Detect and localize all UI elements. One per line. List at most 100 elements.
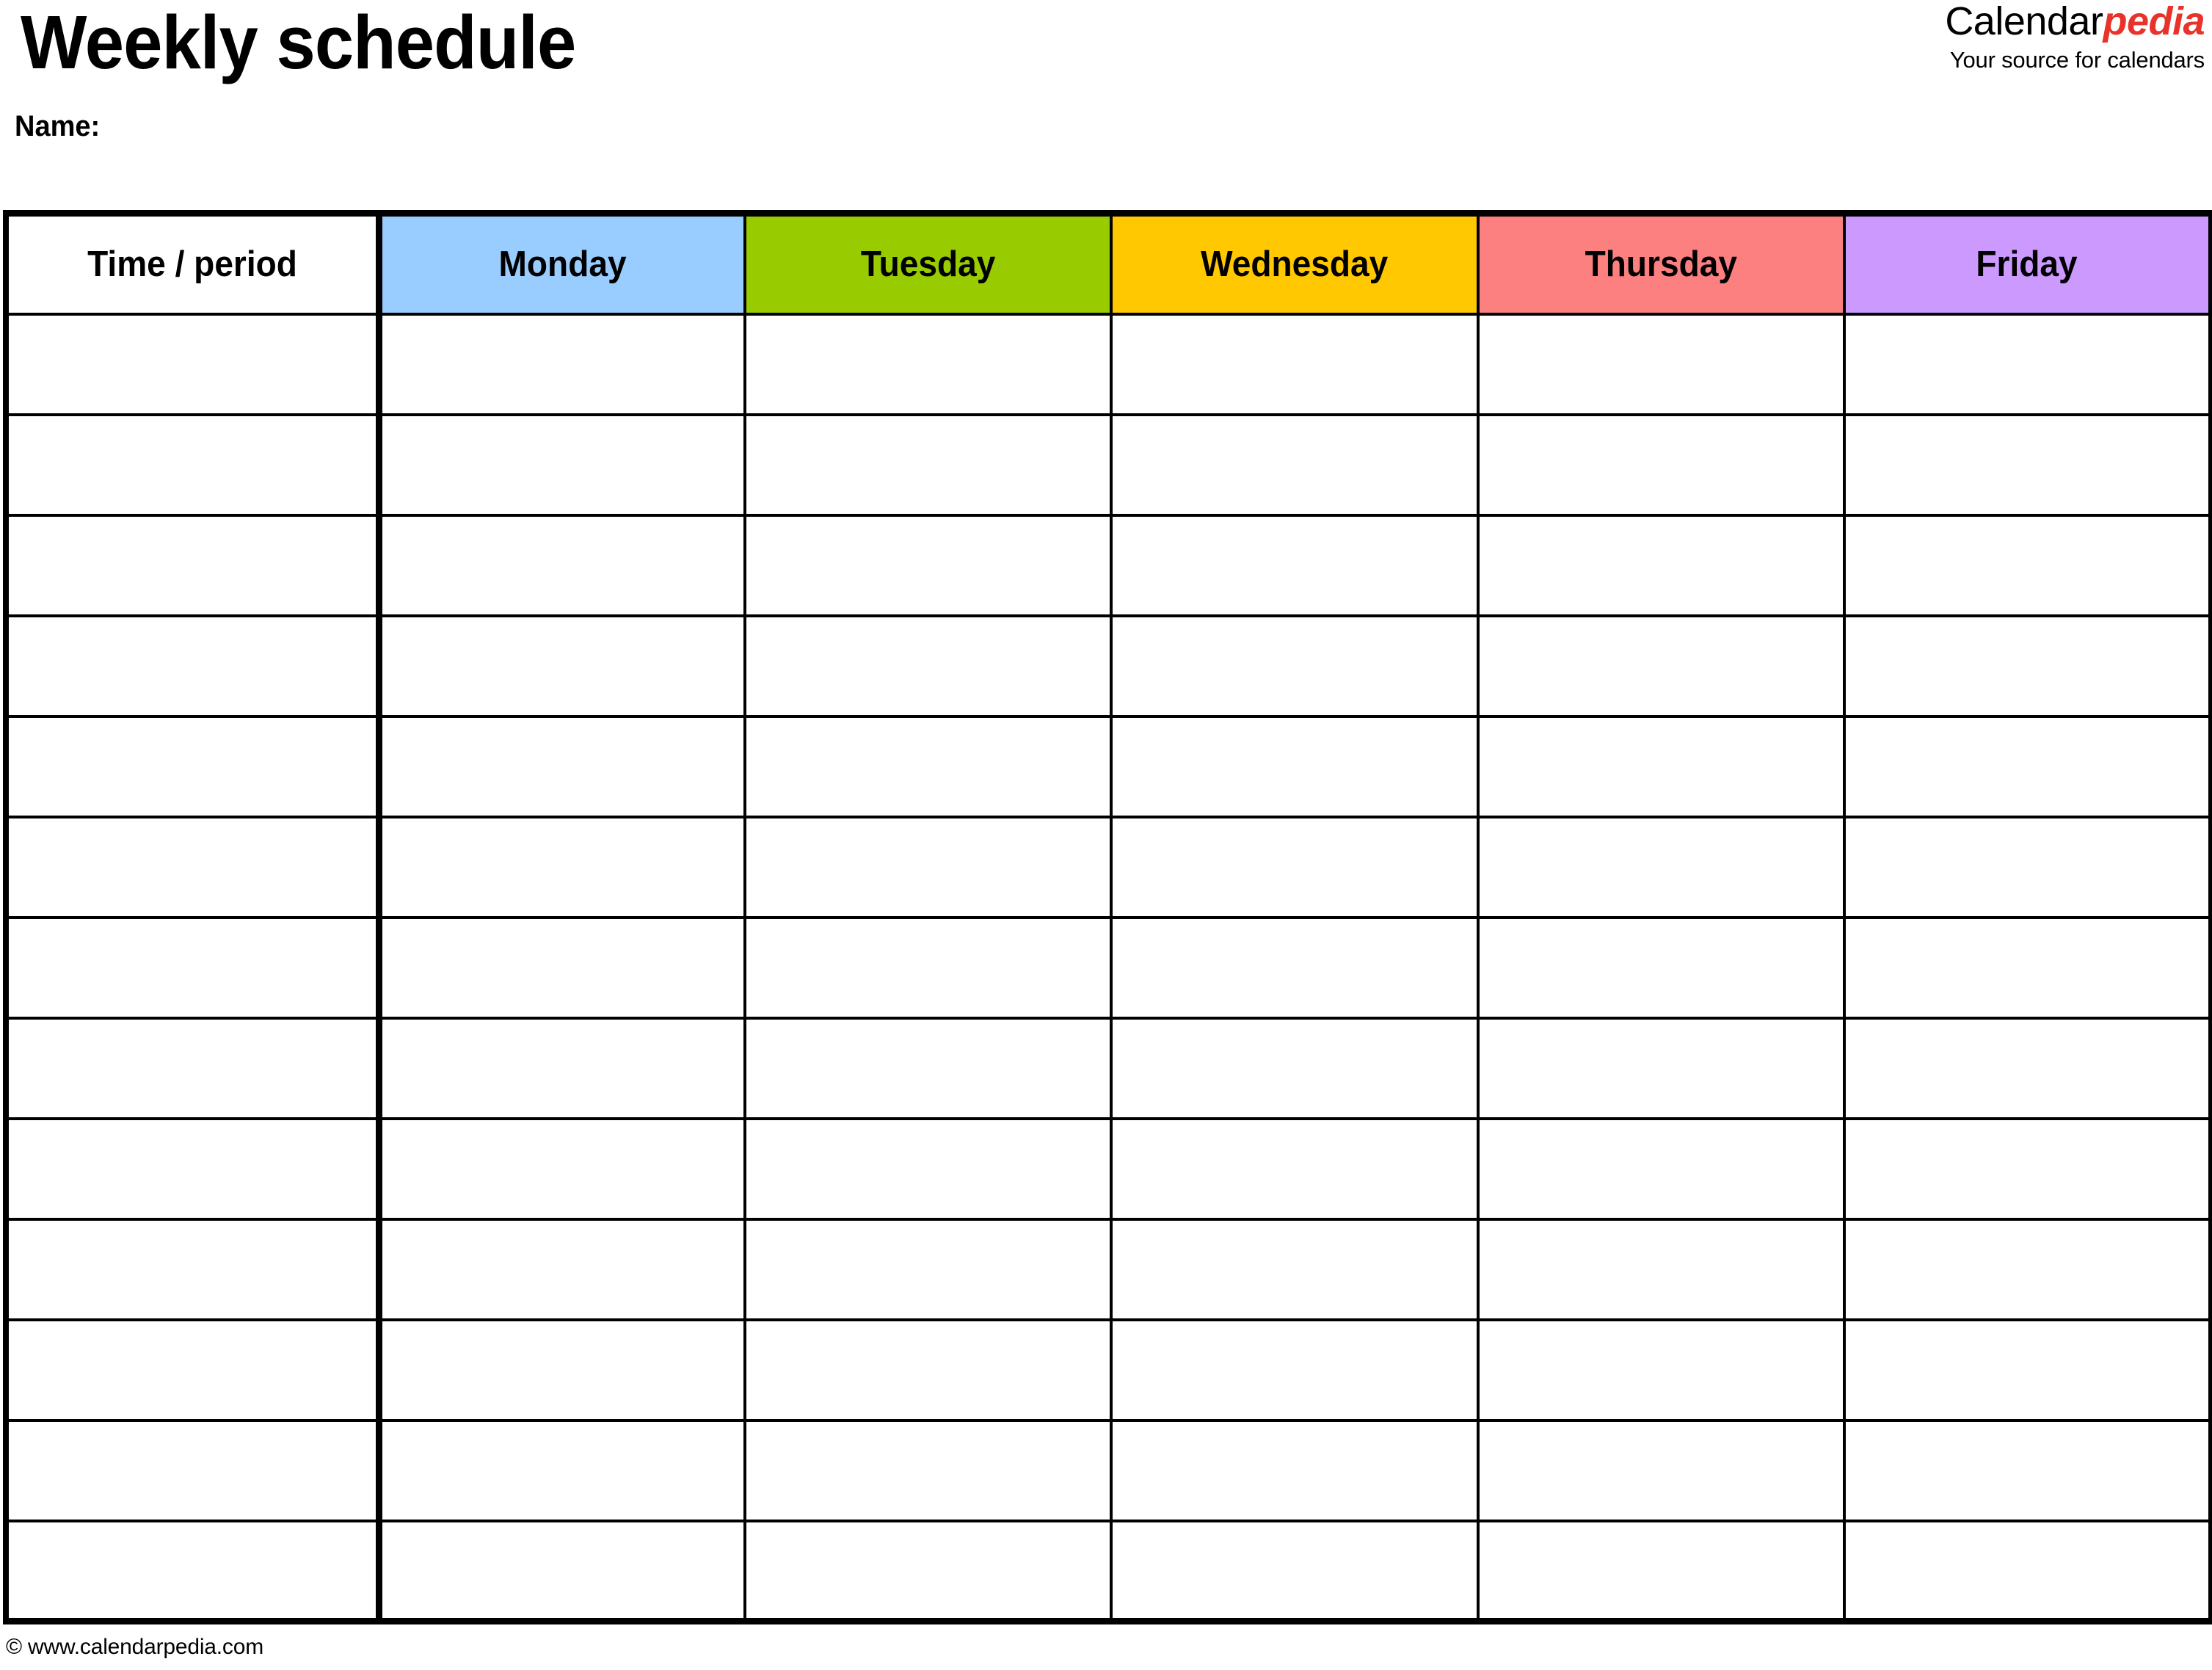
cell-wednesday[interactable] [1110, 915, 1480, 1020]
logo-pedia-text: pedia [2103, 0, 2205, 43]
cell-thursday[interactable] [1476, 1519, 1846, 1622]
cell-tuesday[interactable] [743, 614, 1113, 718]
cell-time[interactable] [4, 413, 382, 517]
cell-monday[interactable] [376, 1016, 747, 1120]
cell-wednesday[interactable] [1110, 1519, 1480, 1622]
cell-thursday[interactable] [1476, 714, 1846, 818]
cell-thursday[interactable] [1476, 614, 1846, 718]
logo-wordmark: Calendarpedia [1945, 1, 2205, 41]
cell-tuesday[interactable] [743, 815, 1113, 919]
cell-friday[interactable] [1842, 1016, 2212, 1120]
cell-monday[interactable] [376, 915, 747, 1020]
cell-friday[interactable] [1842, 1117, 2212, 1221]
cell-thursday[interactable] [1476, 1117, 1846, 1221]
cell-friday[interactable] [1842, 1217, 2212, 1321]
cell-wednesday[interactable] [1110, 714, 1480, 818]
cell-thursday[interactable] [1476, 915, 1846, 1020]
column-header-monday: Monday [376, 211, 747, 316]
cell-friday[interactable] [1842, 513, 2212, 617]
page-title: Weekly schedule [21, 0, 576, 84]
cell-thursday[interactable] [1476, 1016, 1846, 1120]
table-row [4, 1519, 2212, 1622]
cell-wednesday[interactable] [1110, 614, 1480, 718]
table-row [4, 714, 2212, 818]
name-field-label: Name: [15, 110, 101, 142]
cell-monday[interactable] [376, 614, 747, 718]
cell-monday[interactable] [376, 1117, 747, 1221]
column-header-label: Tuesday [861, 244, 996, 285]
cell-tuesday[interactable] [743, 1217, 1113, 1321]
cell-thursday[interactable] [1476, 413, 1846, 517]
cell-tuesday[interactable] [743, 1016, 1113, 1120]
cell-thursday[interactable] [1476, 1418, 1846, 1522]
cell-monday[interactable] [376, 714, 747, 818]
cell-friday[interactable] [1842, 815, 2212, 919]
cell-wednesday[interactable] [1110, 1217, 1480, 1321]
cell-monday[interactable] [376, 1519, 747, 1622]
column-header-friday: Friday [1842, 211, 2212, 316]
cell-friday[interactable] [1842, 1318, 2212, 1422]
cell-wednesday[interactable] [1110, 312, 1480, 416]
cell-monday[interactable] [376, 1318, 747, 1422]
cell-wednesday[interactable] [1110, 1418, 1480, 1522]
cell-time[interactable] [4, 614, 382, 718]
cell-time[interactable] [4, 714, 382, 818]
weekly-schedule-page: Weekly schedule Name: Calendarpedia Your… [0, 0, 2212, 1670]
column-header-label: Wednesday [1201, 244, 1389, 285]
cell-thursday[interactable] [1476, 1217, 1846, 1321]
cell-monday[interactable] [376, 413, 747, 517]
column-header-label: Friday [1976, 244, 2078, 285]
cell-tuesday[interactable] [743, 312, 1113, 416]
table-row [4, 1217, 2212, 1321]
cell-wednesday[interactable] [1110, 1318, 1480, 1422]
cell-monday[interactable] [376, 815, 747, 919]
cell-friday[interactable] [1842, 1418, 2212, 1522]
table-row [4, 1016, 2212, 1120]
cell-friday[interactable] [1842, 614, 2212, 718]
cell-thursday[interactable] [1476, 312, 1846, 416]
cell-wednesday[interactable] [1110, 513, 1480, 617]
cell-time[interactable] [4, 1117, 382, 1221]
cell-tuesday[interactable] [743, 1318, 1113, 1422]
cell-time[interactable] [4, 1318, 382, 1422]
cell-wednesday[interactable] [1110, 1016, 1480, 1120]
cell-tuesday[interactable] [743, 1117, 1113, 1221]
cell-wednesday[interactable] [1110, 413, 1480, 517]
cell-time[interactable] [4, 1217, 382, 1321]
cell-tuesday[interactable] [743, 1418, 1113, 1522]
column-header-tuesday: Tuesday [743, 211, 1113, 316]
column-header-thursday: Thursday [1476, 211, 1846, 316]
cell-thursday[interactable] [1476, 815, 1846, 919]
cell-friday[interactable] [1842, 714, 2212, 818]
cell-thursday[interactable] [1476, 513, 1846, 617]
cell-monday[interactable] [376, 312, 747, 416]
cell-time[interactable] [4, 815, 382, 919]
cell-time[interactable] [4, 915, 382, 1020]
cell-friday[interactable] [1842, 1519, 2212, 1622]
cell-thursday[interactable] [1476, 1318, 1846, 1422]
cell-monday[interactable] [376, 1217, 747, 1321]
column-header-wednesday: Wednesday [1110, 211, 1480, 316]
cell-time[interactable] [4, 513, 382, 617]
calendarpedia-logo: Calendarpedia Your source for calendars [1945, 1, 2205, 71]
cell-tuesday[interactable] [743, 513, 1113, 617]
cell-time[interactable] [4, 312, 382, 416]
cell-monday[interactable] [376, 1418, 747, 1522]
cell-monday[interactable] [376, 513, 747, 617]
cell-wednesday[interactable] [1110, 1117, 1480, 1221]
cell-tuesday[interactable] [743, 714, 1113, 818]
cell-friday[interactable] [1842, 413, 2212, 517]
cell-time[interactable] [4, 1519, 382, 1622]
cell-wednesday[interactable] [1110, 815, 1480, 919]
cell-time[interactable] [4, 1418, 382, 1522]
table-row [4, 312, 2212, 416]
cell-tuesday[interactable] [743, 1519, 1113, 1622]
cell-tuesday[interactable] [743, 915, 1113, 1020]
schedule-table-container: Time / period Monday Tuesday Wednesday Thurs… [3, 210, 2212, 1624]
cell-friday[interactable] [1842, 312, 2212, 416]
table-header-row: Time / period Monday Tuesday Wednesday Thurs… [4, 211, 2212, 316]
cell-tuesday[interactable] [743, 413, 1113, 517]
table-row [4, 1117, 2212, 1221]
cell-friday[interactable] [1842, 915, 2212, 1020]
cell-time[interactable] [4, 1016, 382, 1120]
